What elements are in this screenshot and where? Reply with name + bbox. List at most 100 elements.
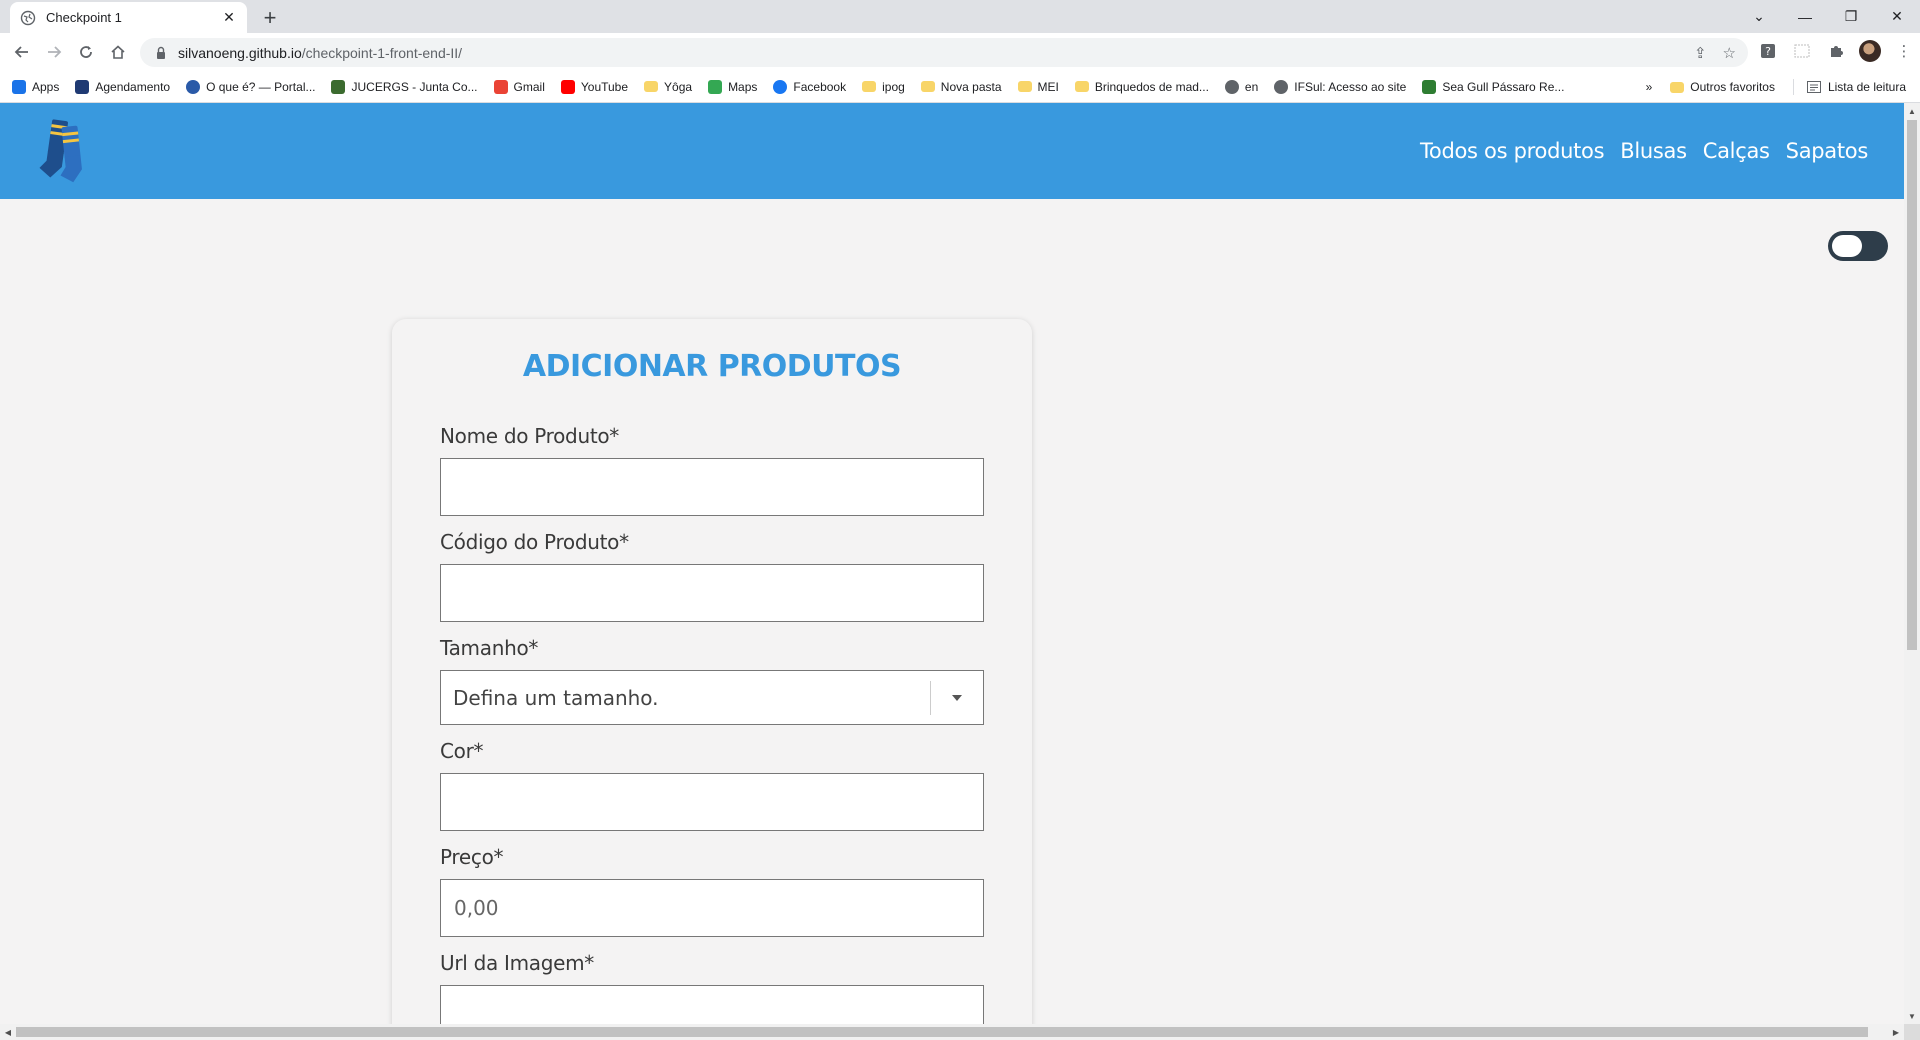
extension-icon[interactable] — [1790, 36, 1814, 66]
globe-icon — [1274, 79, 1289, 94]
horizontal-scroll-thumb[interactable] — [16, 1027, 1868, 1037]
vertical-scroll-thumb[interactable] — [1907, 120, 1917, 650]
lock-icon[interactable] — [154, 46, 168, 60]
back-icon[interactable] — [6, 36, 38, 68]
bookmark-label: Gmail — [513, 79, 545, 94]
minimize-button[interactable]: — — [1782, 0, 1828, 33]
tab-close-icon[interactable]: ✕ — [221, 9, 237, 26]
bookmark-item[interactable]: O que é? — Portal... — [186, 79, 316, 94]
other-favorites-folder[interactable]: Outros favoritos — [1670, 80, 1775, 94]
browser-menu-icon[interactable]: ⋮ — [1892, 36, 1916, 66]
scroll-up-icon[interactable]: ▲ — [1904, 103, 1920, 119]
form-title: ADICIONAR PRODUTOS — [522, 349, 902, 384]
color-field: Cor* — [440, 739, 984, 831]
name-field: Nome do Produto* — [440, 424, 984, 516]
bookmarks-bar: Apps Agendamento O que é? — Portal... JUCER… — [0, 71, 1920, 103]
scroll-left-icon[interactable]: ◀ — [0, 1024, 16, 1040]
tab-strip: Checkpoint 1 ✕ + ⌄ — ❐ ✕ — [0, 0, 1920, 33]
bookmark-item[interactable]: Nova pasta — [920, 79, 1002, 94]
url-text: silvanoeng.github.io/checkpoint-1-front-… — [178, 44, 463, 61]
bookmark-item[interactable]: ipog — [862, 80, 905, 94]
tab-title: Checkpoint 1 — [46, 10, 122, 25]
bookmark-item[interactable]: Agendamento — [75, 79, 171, 94]
reading-list-button[interactable]: Lista de leitura — [1792, 79, 1906, 95]
bookmark-label: ipog — [882, 79, 905, 94]
bookmark-label: Brinquedos de mad... — [1094, 79, 1209, 94]
bookmark-star-icon[interactable]: ☆ — [1723, 44, 1736, 62]
bookmark-label: Nova pasta — [940, 79, 1002, 94]
bookmark-item[interactable]: Facebook — [773, 79, 847, 94]
scroll-down-icon[interactable]: ▼ — [1904, 1008, 1920, 1024]
youtube-icon — [560, 79, 575, 94]
forward-icon[interactable] — [38, 36, 70, 68]
bookmark-label: Agendamento — [95, 79, 171, 94]
product-price-input[interactable] — [440, 879, 984, 937]
close-window-button[interactable]: ✕ — [1874, 0, 1920, 33]
share-icon[interactable]: ⇪ — [1694, 44, 1707, 62]
size-selected-value: Defina um tamanho. — [453, 685, 659, 710]
nav-link-sapatos[interactable]: Sapatos — [1786, 139, 1869, 163]
scroll-right-icon[interactable]: ▶ — [1888, 1024, 1904, 1040]
bookmark-item[interactable]: JUCERGS - Junta Co... — [331, 79, 478, 94]
bookmark-item[interactable]: Brinquedos de mad... — [1074, 79, 1209, 94]
profile-avatar[interactable] — [1858, 36, 1882, 66]
extensions-puzzle-icon[interactable] — [1824, 36, 1848, 66]
page-viewport: Todos os produtos Blusas Calças Sapatos … — [0, 103, 1904, 1024]
restore-button[interactable]: ❐ — [1828, 0, 1874, 33]
size-label: Tamanho* — [440, 636, 539, 660]
bookmark-item[interactable]: Apps — [12, 79, 59, 94]
bookmark-item[interactable]: Maps — [708, 79, 758, 94]
bookmarks-overflow-button[interactable]: » — [1646, 80, 1653, 94]
product-code-input[interactable] — [440, 564, 984, 622]
bookmark-item[interactable]: en — [1224, 79, 1258, 94]
reading-list-icon — [1806, 79, 1822, 95]
image-url-field: Url da Imagem* — [440, 951, 984, 1024]
theme-toggle-switch[interactable] — [1828, 231, 1888, 261]
bookmark-label: Facebook — [793, 79, 847, 94]
site-header: Todos os produtos Blusas Calças Sapatos — [0, 103, 1904, 199]
chevron-down-icon[interactable] — [931, 694, 983, 701]
nav-link-blusas[interactable]: Blusas — [1620, 139, 1687, 163]
bookmark-item[interactable]: Yôga — [644, 80, 692, 94]
agendamento-icon — [75, 79, 90, 94]
color-label: Cor* — [440, 739, 484, 763]
facebook-icon — [773, 79, 788, 94]
bookmark-item[interactable]: Gmail — [493, 79, 545, 94]
folder-icon — [644, 81, 659, 92]
name-label: Nome do Produto* — [440, 424, 620, 448]
bookmark-item[interactable]: YouTube — [560, 79, 628, 94]
product-color-input[interactable] — [440, 773, 984, 831]
browser-tab-active[interactable]: Checkpoint 1 ✕ — [10, 2, 247, 33]
bookmark-label: Maps — [728, 79, 758, 94]
bookmark-label: O que é? — Portal... — [206, 79, 316, 94]
scrollbar-corner — [1904, 1024, 1920, 1040]
bookmark-label: Sea Gull Pássaro Re... — [1442, 79, 1565, 94]
nav-link-todos-os-produtos[interactable]: Todos os produtos — [1420, 139, 1605, 163]
size-field: Tamanho* Defina um tamanho. — [440, 636, 984, 725]
address-bar[interactable]: silvanoeng.github.io/checkpoint-1-front-… — [140, 38, 1748, 67]
bookmark-label: Yôga — [664, 79, 693, 94]
help-extension-icon[interactable]: ? — [1756, 36, 1780, 66]
apps-grid-icon — [12, 79, 26, 94]
tab-search-dropdown-icon[interactable]: ⌄ — [1736, 0, 1782, 33]
vertical-scrollbar[interactable]: ▲ ▼ — [1904, 103, 1920, 1024]
reload-icon[interactable] — [70, 36, 102, 68]
bookmark-label: JUCERGS - Junta Co... — [351, 79, 478, 94]
bookmark-item[interactable]: MEI — [1017, 80, 1059, 94]
size-select[interactable]: Defina um tamanho. — [440, 670, 984, 725]
bookmark-item[interactable]: Sea Gull Pássaro Re... — [1422, 79, 1565, 94]
product-name-input[interactable] — [440, 458, 984, 516]
maps-icon — [708, 79, 723, 94]
image-url-input[interactable] — [440, 985, 984, 1024]
socks-logo[interactable] — [36, 116, 92, 186]
bookmark-item[interactable]: IFSul: Acesso ao site — [1274, 79, 1406, 94]
toggle-knob — [1832, 235, 1862, 257]
horizontal-scrollbar[interactable]: ◀ ▶ — [0, 1024, 1904, 1040]
home-icon[interactable] — [102, 36, 134, 68]
new-tab-button[interactable]: + — [256, 4, 284, 32]
folder-icon — [1670, 81, 1685, 93]
px-icon — [1422, 79, 1437, 94]
nav-link-calcas[interactable]: Calças — [1703, 139, 1770, 163]
folder-icon — [1074, 81, 1089, 92]
add-product-card: ADICIONAR PRODUTOS Nome do Produto* Códi… — [392, 319, 1032, 1024]
